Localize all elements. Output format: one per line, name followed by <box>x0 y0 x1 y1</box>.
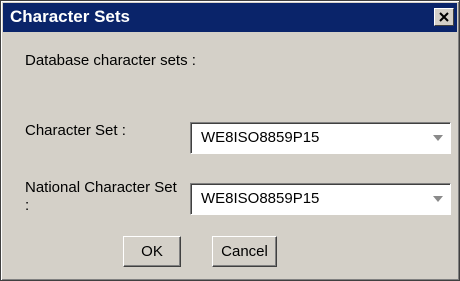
character-sets-dialog: Character Sets Database character sets :… <box>0 0 460 281</box>
chevron-down-icon <box>433 135 443 141</box>
national-character-set-dropdown[interactable]: WE8ISO8859P15 <box>190 183 451 215</box>
title-bar[interactable]: Character Sets <box>3 3 457 32</box>
character-set-dropdown[interactable]: WE8ISO8859P15 <box>190 122 451 154</box>
close-button[interactable] <box>434 8 454 26</box>
ok-button[interactable]: OK <box>123 236 181 267</box>
close-icon <box>439 12 449 22</box>
window-title: Character Sets <box>10 7 131 26</box>
character-set-value: WE8ISO8859P15 <box>201 129 320 146</box>
cancel-button[interactable]: Cancel <box>212 236 277 267</box>
national-character-set-label: National Character Set : <box>25 179 177 214</box>
character-set-label: Character Set : <box>25 122 126 139</box>
chevron-down-icon <box>433 196 443 202</box>
national-character-set-value: WE8ISO8859P15 <box>201 190 320 207</box>
database-character-sets-heading: Database character sets : <box>25 52 196 69</box>
